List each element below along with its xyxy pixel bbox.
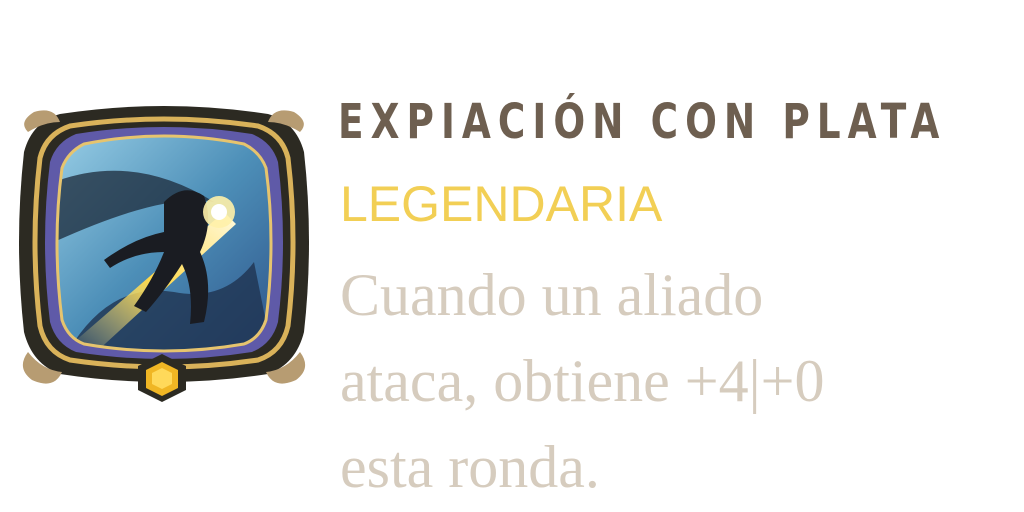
card-tooltip: EXPIACIÓN CON PLATA LEGENDARIA Cuando un… (0, 0, 1024, 512)
description-line: ataca, obtiene +4|+0 (340, 348, 825, 414)
rarity-label: LEGENDARIA (340, 176, 663, 232)
card-art-emblem (19, 106, 309, 402)
description-line: Cuando un aliado (340, 262, 764, 328)
card-artwork (57, 136, 271, 351)
card-description: Cuando un aliado ataca, obtiene +4|+0 es… (340, 252, 1020, 510)
description-line: esta ronda. (340, 434, 600, 500)
card-title: EXPIACIÓN CON PLATA (338, 94, 947, 150)
